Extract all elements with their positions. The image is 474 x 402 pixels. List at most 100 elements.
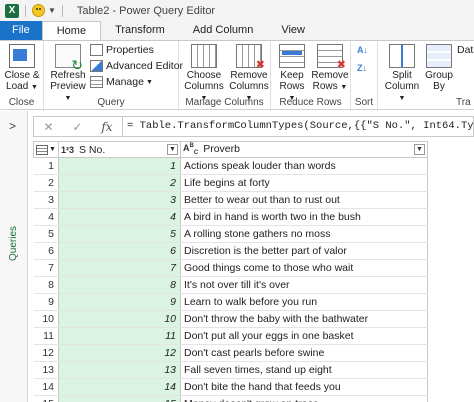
cell-proverb[interactable]: Better to wear out than to rust out: [180, 191, 428, 209]
remove-rows-button[interactable]: Remove Rows ▼: [311, 44, 349, 93]
sort-descending-icon[interactable]: Z↓: [357, 63, 367, 73]
advanced-editor-button[interactable]: Advanced Editor: [90, 60, 183, 72]
group-manage-columns: Choose Columns ▼ Remove Columns ▼ Manage…: [179, 41, 271, 111]
row-number[interactable]: 7: [33, 259, 59, 277]
quick-access-dropdown-icon[interactable]: ▼: [48, 6, 56, 15]
cell-sno[interactable]: 15: [58, 395, 181, 402]
cell-sno[interactable]: 2: [58, 174, 181, 192]
keep-rows-label-1: Keep: [280, 70, 304, 81]
cell-sno[interactable]: 10: [58, 310, 181, 328]
cell-proverb[interactable]: A bird in hand is worth two in the bush: [180, 208, 428, 226]
row-number[interactable]: 9: [33, 293, 59, 311]
close-load-button[interactable]: Close & Load ▼: [3, 44, 41, 93]
choose-columns-button[interactable]: Choose Columns ▼: [182, 44, 226, 104]
cell-sno[interactable]: 4: [58, 208, 181, 226]
cell-sno[interactable]: 7: [58, 259, 181, 277]
column-header-sno[interactable]: 1²3 S No. ▼: [58, 141, 181, 158]
tab-file[interactable]: File: [0, 21, 42, 40]
table-row: 55A rolling stone gathers no moss: [33, 225, 428, 243]
group-transform: Split Column ▼ Group By Data Tra: [378, 41, 474, 111]
row-number[interactable]: 5: [33, 225, 59, 243]
confirm-formula-icon[interactable]: ✓: [72, 120, 82, 134]
split-column-button[interactable]: Split Column ▼: [382, 44, 422, 104]
tab-view[interactable]: View: [267, 21, 319, 40]
cell-sno[interactable]: 6: [58, 242, 181, 260]
cell-sno[interactable]: 14: [58, 378, 181, 396]
row-number[interactable]: 10: [33, 310, 59, 328]
cancel-formula-icon[interactable]: ✕: [43, 120, 53, 134]
cell-proverb[interactable]: Fall seven times, stand up eight: [180, 361, 428, 379]
row-number[interactable]: 6: [33, 242, 59, 260]
cell-proverb[interactable]: Learn to walk before you run: [180, 293, 428, 311]
data-type-button[interactable]: Data: [457, 44, 474, 56]
remove-rows-label-2: Rows ▼: [311, 81, 349, 93]
table-corner: ▼: [35, 144, 58, 155]
cell-proverb[interactable]: Money doesn't grow on trees: [180, 395, 428, 402]
ribbon-tabs: File Home Transform Add Column View: [0, 21, 474, 40]
title-separator: [61, 4, 63, 17]
cell-sno[interactable]: 8: [58, 276, 181, 294]
manage-button[interactable]: Manage ▼: [90, 76, 153, 88]
group-by-button[interactable]: Group By: [424, 44, 454, 92]
column-header-proverb[interactable]: ABC Proverb ▼: [180, 141, 428, 158]
table-corner-button[interactable]: ▼: [33, 141, 59, 158]
cell-sno[interactable]: 1: [58, 157, 181, 175]
cell-sno[interactable]: 13: [58, 361, 181, 379]
group-label-query: Query: [97, 97, 125, 108]
close-load-label-1: Close &: [4, 70, 40, 81]
cell-sno[interactable]: 3: [58, 191, 181, 209]
tab-home[interactable]: Home: [41, 21, 102, 40]
window-title: Table2 - Power Query Editor: [76, 4, 216, 17]
smiley-feedback-icon[interactable]: [32, 4, 45, 17]
cell-sno[interactable]: 5: [58, 225, 181, 243]
column-name-proverb: Proverb: [203, 143, 240, 156]
cell-proverb[interactable]: A rolling stone gathers no moss: [180, 225, 428, 243]
queries-pane-collapsed[interactable]: > Queries: [0, 111, 28, 402]
cell-proverb[interactable]: Life begins at forty: [180, 174, 428, 192]
text-type-icon[interactable]: ABC: [183, 143, 198, 156]
fx-icon[interactable]: fx: [101, 120, 112, 134]
close-load-label-2-text: Load: [6, 81, 29, 92]
column-filter-dropdown-icon[interactable]: ▼: [414, 143, 425, 155]
chevron-down-icon: ▼: [145, 78, 153, 86]
refresh-preview-button[interactable]: Refresh Preview ▼: [47, 44, 89, 104]
row-number[interactable]: 15: [33, 395, 59, 402]
tab-add-column[interactable]: Add Column: [179, 21, 268, 40]
group-label-manage-columns: Manage Columns: [185, 97, 264, 108]
column-filter-dropdown-icon[interactable]: ▼: [167, 144, 178, 155]
cell-proverb[interactable]: Actions speak louder than words: [180, 157, 428, 175]
split-column-label-2-text: Column: [384, 81, 420, 92]
manage-label: Manage: [106, 76, 144, 88]
formula-input[interactable]: = Table.TransformColumnTypes(Source,{{"S…: [123, 116, 474, 137]
cell-proverb[interactable]: Don't bite the hand that feeds you: [180, 378, 428, 396]
cell-sno[interactable]: 9: [58, 293, 181, 311]
tab-transform[interactable]: Transform: [101, 21, 179, 40]
remove-columns-button[interactable]: Remove Columns ▼: [227, 44, 271, 104]
row-number[interactable]: 1: [33, 157, 59, 175]
expand-chevron-icon[interactable]: >: [9, 119, 16, 133]
row-number[interactable]: 2: [33, 174, 59, 192]
keep-rows-button[interactable]: Keep Rows ▼: [275, 44, 309, 104]
cell-sno[interactable]: 12: [58, 344, 181, 362]
integer-type-icon[interactable]: 1²3: [61, 145, 74, 155]
cell-proverb[interactable]: Don't put all your eggs in one basket: [180, 327, 428, 345]
cell-sno[interactable]: 11: [58, 327, 181, 345]
formula-bar: ✕ ✓ fx = Table.TransformColumnTypes(Sour…: [33, 116, 474, 137]
cell-proverb[interactable]: Discretion is the better part of valor: [180, 242, 428, 260]
remove-columns-label-1: Remove: [230, 70, 268, 81]
row-number[interactable]: 14: [33, 378, 59, 396]
row-number[interactable]: 4: [33, 208, 59, 226]
row-number[interactable]: 12: [33, 344, 59, 362]
sort-ascending-icon[interactable]: A↓: [357, 45, 368, 55]
group-label-transform: Tra: [456, 97, 471, 108]
cell-proverb[interactable]: Don't throw the baby with the bathwater: [180, 310, 428, 328]
group-close: Close & Load ▼ Close: [0, 41, 44, 111]
cell-proverb[interactable]: Don't cast pearls before swine: [180, 344, 428, 362]
row-number[interactable]: 11: [33, 327, 59, 345]
row-number[interactable]: 8: [33, 276, 59, 294]
row-number[interactable]: 13: [33, 361, 59, 379]
cell-proverb[interactable]: Good things come to those who wait: [180, 259, 428, 277]
row-number[interactable]: 3: [33, 191, 59, 209]
cell-proverb[interactable]: It's not over till it's over: [180, 276, 428, 294]
properties-button[interactable]: Properties: [90, 44, 154, 56]
